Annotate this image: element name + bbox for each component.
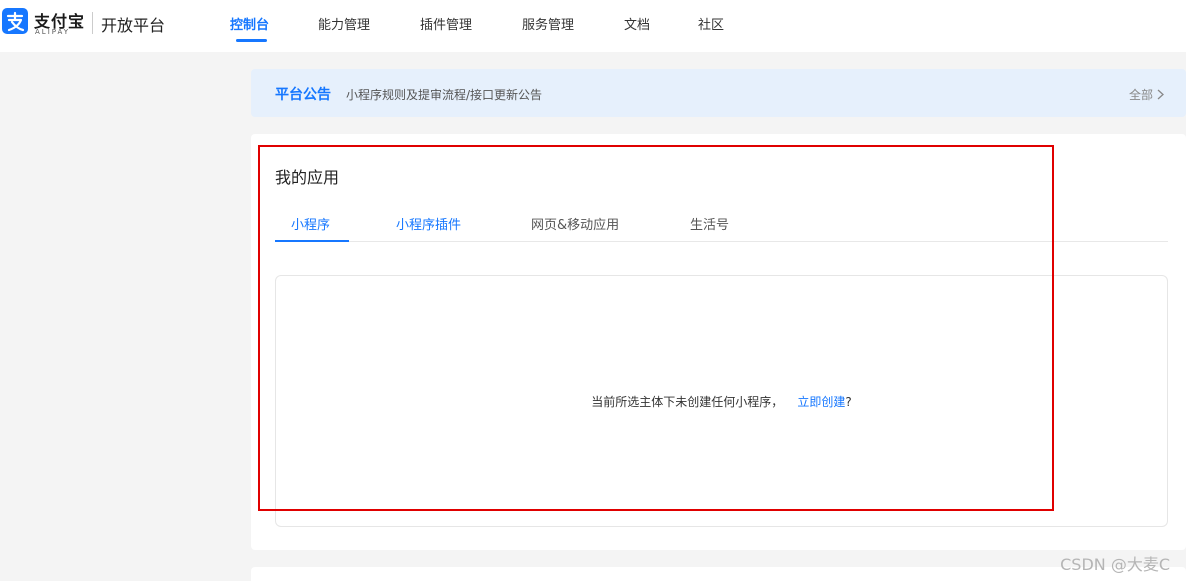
tab-life-account[interactable]: 生活号 — [690, 214, 729, 233]
logo-subtext: ALIPAY — [35, 28, 71, 36]
empty-state-message: 当前所选主体下未创建任何小程序， 立即创建? — [276, 393, 1167, 410]
nav-item-service-management[interactable]: 服务管理 — [522, 14, 574, 33]
nav-item-capability-management[interactable]: 能力管理 — [318, 14, 370, 33]
nav-item-plugin-management[interactable]: 插件管理 — [420, 14, 472, 33]
chevron-right-icon — [1157, 89, 1164, 103]
announcement-bar: 平台公告 小程序规则及提审流程/接口更新公告 全部 — [251, 69, 1186, 117]
tab-mini-program-plugin[interactable]: 小程序插件 — [396, 214, 461, 233]
create-now-link[interactable]: 立即创建 — [797, 395, 845, 409]
announcement-title: 平台公告 — [275, 87, 331, 103]
empty-state-panel: 当前所选主体下未创建任何小程序， 立即创建? — [275, 275, 1168, 527]
tab-divider — [275, 241, 1168, 242]
empty-state-text: 当前所选主体下未创建任何小程序， — [591, 395, 784, 409]
nav-active-indicator — [236, 39, 267, 42]
nav-item-console[interactable]: 控制台 — [230, 14, 269, 33]
my-apps-card: 我的应用 小程序 小程序插件 网页&移动应用 生活号 当前所选主体下未创建任何小… — [251, 134, 1186, 550]
nav-item-community[interactable]: 社区 — [698, 14, 724, 33]
announcement-link[interactable]: 小程序规则及提审流程/接口更新公告 — [346, 86, 542, 103]
top-navigation-bar: 支付宝 ALIPAY 开放平台 控制台 能力管理 插件管理 服务管理 文档 社区 — [0, 0, 1186, 52]
tab-web-mobile-app[interactable]: 网页&移动应用 — [531, 214, 619, 233]
logo-divider — [92, 12, 93, 34]
my-apps-title: 我的应用 — [275, 168, 340, 187]
tab-active-indicator — [275, 240, 349, 242]
tab-mini-program[interactable]: 小程序 — [291, 214, 330, 233]
next-card — [251, 567, 1186, 581]
announcement-all-label: 全部 — [1128, 88, 1153, 102]
announcement-all-button[interactable]: 全部 — [1129, 86, 1164, 103]
watermark: CSDN @大麦C — [1060, 555, 1170, 574]
platform-name[interactable]: 开放平台 — [101, 12, 165, 36]
nav-item-docs[interactable]: 文档 — [624, 14, 650, 33]
empty-state-suffix: ? — [845, 395, 852, 409]
alipay-logo-icon[interactable] — [2, 8, 28, 34]
